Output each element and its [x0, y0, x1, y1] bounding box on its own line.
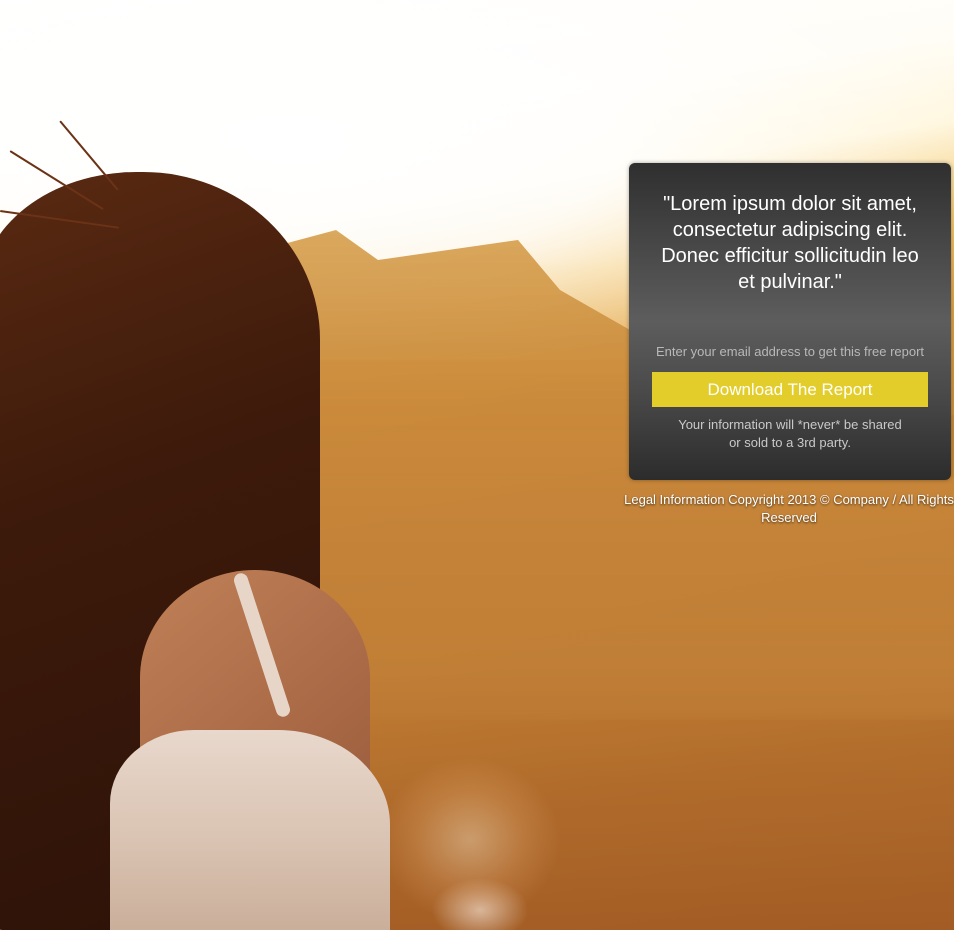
testimonial-quote: "Lorem ipsum dolor sit amet, consectetur… — [661, 193, 919, 293]
privacy-note: Your information will *never* be shared … — [659, 416, 921, 452]
privacy-line-1: Your information will *never* be shared — [678, 417, 902, 432]
landing-page: "Lorem ipsum dolor sit amet, consectetur… — [0, 0, 954, 930]
privacy-line-2: or sold to a 3rd party. — [729, 435, 851, 450]
footer: Legal Information Copyright 2013 © Compa… — [624, 491, 954, 527]
legal-information-link[interactable]: Legal Information — [624, 492, 724, 507]
email-prompt: Enter your email address to get this fre… — [655, 344, 925, 359]
optin-box: "Lorem ipsum dolor sit amet, consectetur… — [629, 163, 951, 480]
white-dress — [110, 730, 390, 930]
download-report-button[interactable]: Download The Report — [652, 372, 928, 407]
copyright-text: Copyright 2013 © Company / All Rights Re… — [728, 492, 954, 525]
